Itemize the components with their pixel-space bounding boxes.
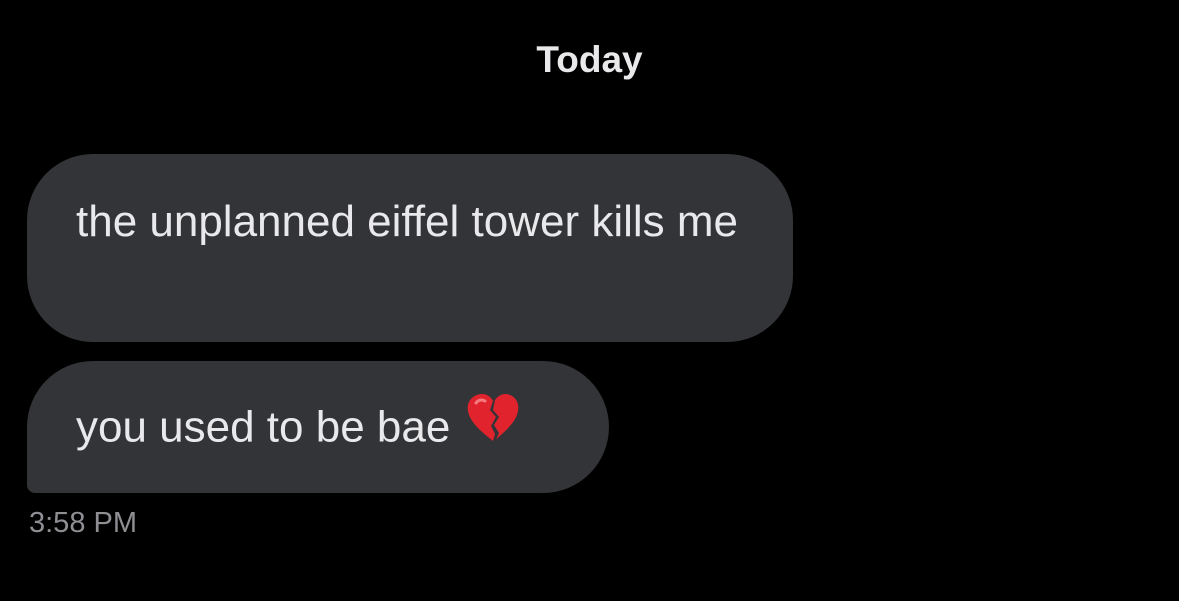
message-bubble[interactable]: you used to be bae [27, 361, 609, 493]
message-text: you used to be bae [76, 402, 451, 452]
message-text: the unplanned eiffel tower kills me [76, 197, 739, 246]
message-timestamp: 3:58 PM [29, 507, 137, 539]
broken-heart-icon [466, 393, 520, 459]
date-header: Today [536, 39, 643, 80]
message-bubble[interactable]: the unplanned eiffel tower kills me [27, 154, 793, 342]
